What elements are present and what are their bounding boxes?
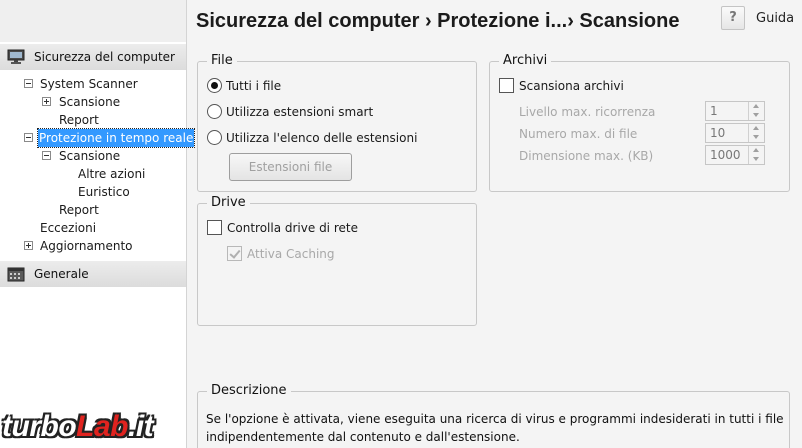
group-title: File xyxy=(207,53,237,68)
nav-top-spacer xyxy=(0,0,186,42)
tree-label: Altre azioni xyxy=(78,167,146,181)
numero-file-spinner[interactable]: 10 xyxy=(705,123,765,143)
checkbox-label: Controlla drive di rete xyxy=(227,220,358,235)
livello-ricorrenza-spinner[interactable]: 1 xyxy=(705,101,765,121)
watermark-part: .it xyxy=(127,410,154,443)
radio-label: Tutti i file xyxy=(226,78,282,93)
radio-elenco-estensioni[interactable]: Utilizza l'elenco delle estensioni xyxy=(207,130,417,145)
archivi-group: Archivi Scansiona archivi Livello max. r… xyxy=(489,53,790,192)
tree-label: Euristico xyxy=(78,185,130,199)
calendar-icon xyxy=(7,266,25,282)
livello-ricorrenza-label: Livello max. ricorrenza xyxy=(519,105,656,119)
spinner-arrows-icon[interactable] xyxy=(748,146,764,164)
nav-section-computer-security[interactable]: Sicurezza del computer xyxy=(0,44,186,70)
group-title: Descrizione xyxy=(207,383,291,398)
watermark-logo: turboLab.it xyxy=(2,410,154,444)
radio-tutti-i-file[interactable]: Tutti i file xyxy=(207,78,281,93)
checkbox-label: Attiva Caching xyxy=(247,246,335,261)
radio-indicator[interactable] xyxy=(207,78,222,93)
checkbox-box[interactable] xyxy=(227,246,242,261)
tree-item-scansione-realtime[interactable]: Scansione xyxy=(0,147,186,165)
tree-label: Report xyxy=(59,113,99,127)
tree-label-selected: Protezione in tempo reale xyxy=(36,128,196,148)
expand-icon[interactable] xyxy=(42,97,51,106)
checkbox-box[interactable] xyxy=(207,220,222,235)
radio-indicator[interactable] xyxy=(207,130,222,145)
tree-label: Aggiornamento xyxy=(40,239,133,253)
dimensione-max-label: Dimensione max. (KB) xyxy=(519,149,654,163)
tree-item-euristico[interactable]: Euristico xyxy=(0,183,186,201)
dimensione-max-spinner[interactable]: 1000 xyxy=(705,145,765,165)
drive-group: Drive Controlla drive di rete Attiva Cac… xyxy=(197,195,477,326)
navigation-panel: Sicurezza del computer System Scanner Sc… xyxy=(0,0,196,448)
nav-section-label: Generale xyxy=(34,267,89,281)
tree-item-scansione[interactable]: Scansione xyxy=(0,93,186,111)
radio-estensioni-smart[interactable]: Utilizza estensioni smart xyxy=(207,104,373,119)
tree-item-altre-azioni[interactable]: Altre azioni xyxy=(0,165,186,183)
radio-indicator[interactable] xyxy=(207,104,222,119)
spinner-value: 1000 xyxy=(710,148,741,162)
tree-label: Report xyxy=(59,203,99,217)
group-title: Drive xyxy=(207,195,250,210)
radio-label: Utilizza l'elenco delle estensioni xyxy=(226,130,418,145)
nav-section-label: Sicurezza del computer xyxy=(34,50,175,64)
page-header: Sicurezza del computer › Protezione i...… xyxy=(188,0,802,42)
file-group: File Tutti i file Utilizza estensioni sm… xyxy=(197,53,477,192)
tree-item-report-realtime[interactable]: Report xyxy=(0,201,186,219)
spinner-value: 1 xyxy=(710,104,718,118)
description-text: Se l'opzione è attivata, viene eseguita … xyxy=(206,412,784,444)
spinner-arrows-icon[interactable] xyxy=(748,102,764,120)
descrizione-group: Descrizione Se l'opzione è attivata, vie… xyxy=(197,383,790,448)
tree-label: Scansione xyxy=(59,95,121,109)
tree-item-report[interactable]: Report xyxy=(0,111,186,129)
expand-icon[interactable] xyxy=(24,241,33,250)
help-icon[interactable]: ? xyxy=(721,6,745,30)
collapse-icon[interactable] xyxy=(42,151,51,160)
spinner-value: 10 xyxy=(710,126,726,140)
tree-item-protezione-tempo-reale[interactable]: Protezione in tempo reale xyxy=(0,128,196,148)
tree-label: Eccezioni xyxy=(40,221,97,235)
checkbox-box[interactable] xyxy=(499,78,514,93)
tree-item-aggiornamento[interactable]: Aggiornamento xyxy=(0,237,186,255)
controlla-drive-rete-checkbox[interactable]: Controlla drive di rete xyxy=(207,220,358,235)
spinner-arrows-icon[interactable] xyxy=(748,124,764,142)
watermark-part: Lab xyxy=(76,410,128,443)
collapse-icon[interactable] xyxy=(24,133,33,142)
monitor-icon xyxy=(7,49,25,65)
checkbox-label: Scansiona archivi xyxy=(519,78,624,93)
tree-label: Scansione xyxy=(59,149,121,163)
radio-label: Utilizza estensioni smart xyxy=(226,104,374,119)
watermark-part: turbo xyxy=(2,410,77,443)
nav-section-generale[interactable]: Generale xyxy=(0,261,186,287)
tree-item-system-scanner[interactable]: System Scanner xyxy=(0,75,186,93)
numero-file-label: Numero max. di file xyxy=(519,127,638,141)
scansiona-archivi-checkbox[interactable]: Scansiona archivi xyxy=(499,78,624,93)
help-link[interactable]: Guida xyxy=(756,11,794,26)
estensioni-file-button[interactable]: Estensioni file xyxy=(229,153,352,181)
group-title: Archivi xyxy=(499,53,552,68)
tree-label: System Scanner xyxy=(40,77,138,91)
tree-item-eccezioni[interactable]: Eccezioni xyxy=(0,219,186,237)
collapse-icon[interactable] xyxy=(24,79,33,88)
attiva-caching-checkbox[interactable]: Attiva Caching xyxy=(227,246,335,261)
page-title: Sicurezza del computer › Protezione i...… xyxy=(196,10,680,32)
